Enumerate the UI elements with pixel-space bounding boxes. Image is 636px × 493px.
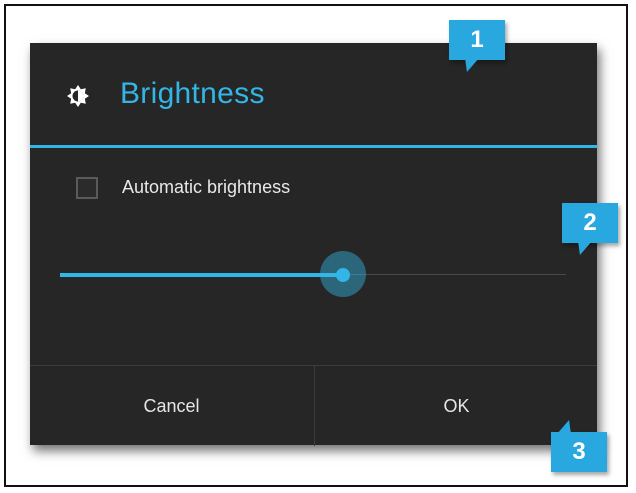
callout-number: 3 [572,438,586,465]
callout-number: 1 [470,26,484,53]
dialog-button-bar: Cancel OK [30,365,597,446]
automatic-brightness-checkbox[interactable] [76,177,98,199]
brightness-slider[interactable] [60,251,566,297]
callout-badge-1: 1 [449,20,505,72]
callout-badge-3: 3 [551,420,607,472]
brightness-icon [67,85,89,107]
callout-badge-2: 2 [562,203,618,255]
slider-thumb[interactable] [336,268,350,282]
dialog-title-bar: Brightness [30,43,597,146]
brightness-dialog: Brightness Automatic brightness Cancel O… [30,43,597,446]
title-divider [30,145,597,148]
slider-fill [60,273,343,277]
callout-number: 2 [583,209,597,236]
dialog-title: Brightness [120,77,265,110]
automatic-brightness-label[interactable]: Automatic brightness [122,177,290,198]
cancel-button[interactable]: Cancel [30,366,313,446]
